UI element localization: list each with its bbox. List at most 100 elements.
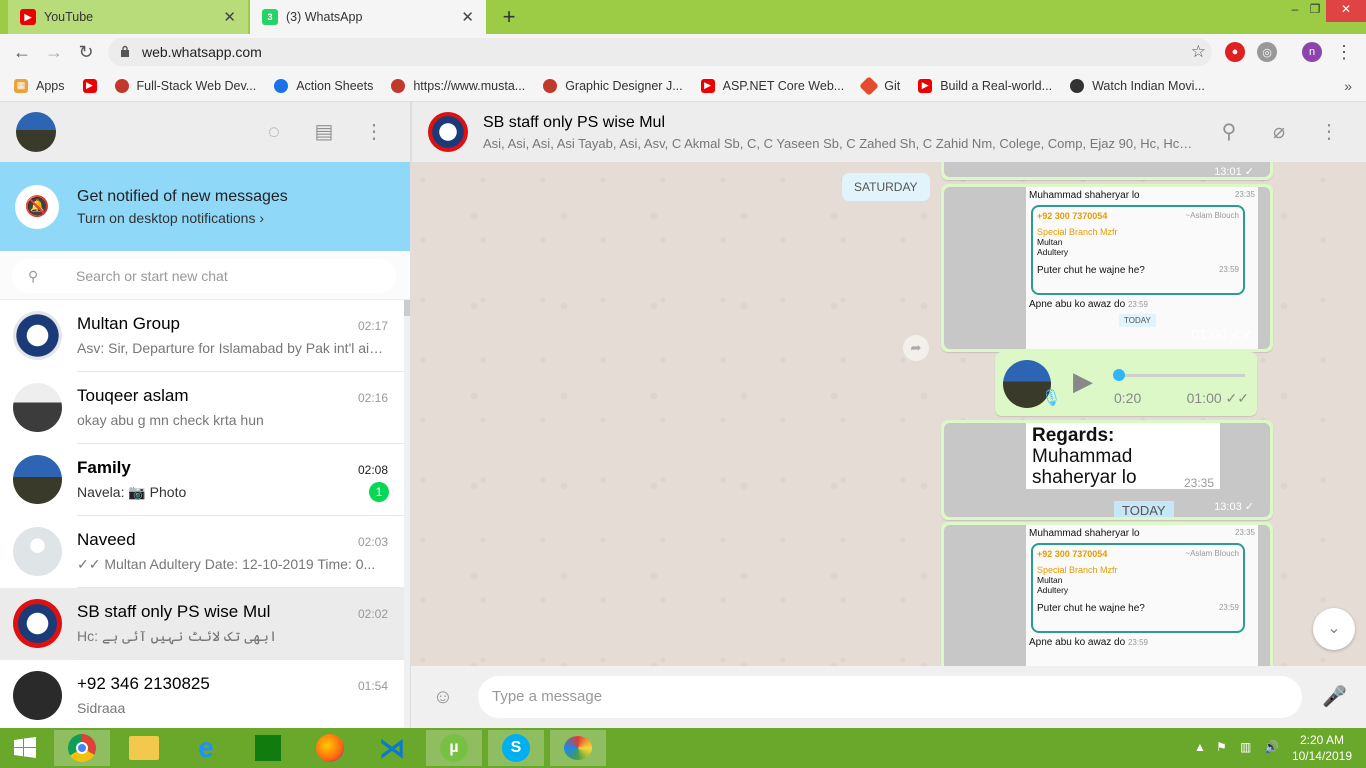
back-arrow-icon[interactable]: ← xyxy=(10,40,34,64)
microphone-icon[interactable]: 🎤 xyxy=(1322,685,1347,709)
image-message[interactable]: 13:01 ✓ xyxy=(941,162,1273,180)
chat-item-touqeer-aslam[interactable]: Touqeer aslam 02:16 okay abu g mn check … xyxy=(0,372,404,444)
image-text: 23:59 xyxy=(1127,300,1148,309)
bookmark-site-icon xyxy=(1070,78,1085,93)
browser-menu-icon[interactable]: ⋮ xyxy=(1332,40,1356,64)
bookmark-musta[interactable]: https://www.musta... xyxy=(391,78,525,93)
chat-time: 02:02 xyxy=(357,607,388,621)
forward-arrow-icon[interactable]: → xyxy=(42,40,66,64)
network-icon[interactable]: ▥ xyxy=(1240,740,1251,754)
scroll-down-button[interactable]: ⌄ xyxy=(1313,608,1355,650)
chat-preview: Hc: ابھی تک لائٹ نہیں آئی ہے xyxy=(77,628,278,644)
minimize-window-button[interactable]: – xyxy=(1286,0,1304,22)
bookmark-star-icon[interactable]: ☆ xyxy=(1191,38,1206,66)
image-message[interactable]: Muhammad shaheryar lo 23:35 +92 300 7370… xyxy=(941,184,1273,352)
image-message[interactable]: Muhammad shaheryar lo 23:35 +92 300 7370… xyxy=(941,522,1273,666)
group-avatar[interactable] xyxy=(428,112,468,152)
paint-icon[interactable] xyxy=(550,730,606,766)
bookmark-build-real-world[interactable]: ▶ Build a Real-world... xyxy=(918,78,1052,93)
bookmark-youtube[interactable]: ▶ xyxy=(82,78,97,93)
chat-preview: Asv: Sir, Departure for Islamabad by Pak… xyxy=(77,340,387,356)
restore-window-button[interactable]: ❐ xyxy=(1306,0,1324,22)
chat-item-naveed[interactable]: Naveed 02:03 ✓✓ Multan Adultery Date: 12… xyxy=(0,516,404,588)
chat-item-sb-staff[interactable]: SB staff only PS wise Mul 02:02 Hc: ابھی… xyxy=(0,588,404,660)
bookmark-aspnet[interactable]: ▶ ASP.NET Core Web... xyxy=(700,78,844,93)
volume-icon[interactable]: 🔊 xyxy=(1264,740,1279,754)
chat-item-family[interactable]: Family 02:08 Navela: 📷 Photo 1 xyxy=(0,444,404,516)
tab-youtube[interactable]: ▶ YouTube ✕ xyxy=(8,0,248,34)
chat-item-phone-number[interactable]: +92 346 2130825 01:54 Sidraaa xyxy=(0,660,404,728)
bookmark-full-stack[interactable]: Full-Stack Web Dev... xyxy=(114,78,256,93)
tab-whatsapp[interactable]: 3 (3) WhatsApp ✕ xyxy=(250,0,486,34)
close-tab-icon[interactable]: ✕ xyxy=(223,8,236,26)
address-bar[interactable]: web.whatsapp.com ☆ xyxy=(108,38,1212,66)
bookmark-action-sheets[interactable]: Action Sheets xyxy=(274,78,373,93)
message-area[interactable]: 13:01 ✓ SATURDAY ➦ Muhammad shaheryar lo… xyxy=(411,162,1366,666)
image-text: Adultery xyxy=(1037,247,1069,257)
bookmark-indian-movies[interactable]: Watch Indian Movi... xyxy=(1070,78,1205,93)
bookmark-git[interactable]: Git xyxy=(859,75,900,96)
forward-icon[interactable]: ➦ xyxy=(903,335,929,361)
image-message[interactable]: Regards: Muhammad shaheryar lo 23:35 TOD… xyxy=(941,420,1273,520)
close-tab-icon[interactable]: ✕ xyxy=(461,8,474,26)
status-icon[interactable]: ◌ xyxy=(262,120,286,144)
chrome-taskbar-icon[interactable] xyxy=(54,730,110,766)
chat-time: 02:03 xyxy=(357,535,388,549)
menu-icon[interactable]: ⋮ xyxy=(1317,120,1341,144)
image-text: Multan xyxy=(1037,237,1063,247)
system-clock[interactable]: 2:20 AM 10/14/2019 xyxy=(1292,732,1352,764)
notification-banner[interactable]: 🔕 Get notified of new messages Turn on d… xyxy=(0,162,410,251)
play-icon[interactable]: ▶ xyxy=(1073,366,1093,397)
chat-name: SB staff only PS wise Mul xyxy=(77,602,271,621)
start-button[interactable] xyxy=(0,730,50,766)
message-input[interactable]: Type a message xyxy=(478,676,1302,718)
menu-icon[interactable]: ⋮ xyxy=(362,120,386,144)
extension-icon[interactable]: ◎ xyxy=(1257,42,1277,62)
chat-list-scrollbar[interactable] xyxy=(404,300,410,728)
skype-icon[interactable]: S xyxy=(488,730,544,766)
my-avatar[interactable] xyxy=(16,112,56,152)
scrollbar-thumb[interactable] xyxy=(404,300,410,316)
avatar xyxy=(13,311,62,360)
image-text: Muhammad shaheryar lo xyxy=(1029,190,1140,201)
new-chat-icon[interactable]: ▤ xyxy=(312,120,336,144)
youtube-icon: ▶ xyxy=(82,78,97,93)
attach-icon[interactable]: ⌀ xyxy=(1267,120,1291,144)
new-tab-button[interactable]: + xyxy=(497,4,521,30)
more-bookmarks-icon[interactable]: » xyxy=(1344,78,1352,94)
search-icon[interactable]: ⚲ xyxy=(1217,120,1241,144)
action-center-icon[interactable]: ⚑ xyxy=(1216,740,1227,754)
profile-avatar[interactable]: n xyxy=(1302,42,1322,62)
clock-time: 2:20 AM xyxy=(1299,733,1344,747)
audio-progress-bar[interactable] xyxy=(1117,374,1245,377)
close-window-button[interactable]: ✕ xyxy=(1326,0,1366,22)
internet-explorer-icon[interactable]: e xyxy=(178,730,234,766)
vscode-icon[interactable]: ⋊ xyxy=(364,730,420,766)
voice-message[interactable]: 🎙 ▶ 0:20 01:00 ✓✓ xyxy=(995,352,1257,416)
search-bar: ⚲ Search or start new chat xyxy=(0,251,410,300)
chat-time: 02:16 xyxy=(357,391,388,405)
firefox-icon[interactable] xyxy=(302,730,358,766)
reload-icon[interactable]: ↻ xyxy=(74,40,98,64)
image-text: Multan xyxy=(1037,575,1063,585)
bookmark-apps[interactable]: ▦ Apps xyxy=(14,78,65,93)
emoji-icon[interactable]: ☺ xyxy=(431,685,455,709)
bookmark-graphic-designer[interactable]: Graphic Designer J... xyxy=(543,78,683,93)
bookmark-site-icon xyxy=(543,78,558,93)
conversation-header[interactable]: SB staff only PS wise Mul Asi, Asi, Asi,… xyxy=(411,102,1366,162)
bookmarks-bar: ▦ Apps ▶ Full-Stack Web Dev... Action She… xyxy=(0,70,1366,102)
avatar xyxy=(13,599,62,648)
notification-link[interactable]: Turn on desktop notifications › xyxy=(77,210,288,226)
chat-item-multan-group[interactable]: Multan Group 02:17 Asv: Sir, Departure f… xyxy=(0,300,404,372)
chat-preview: Sidraaa xyxy=(77,700,126,716)
search-input[interactable]: ⚲ Search or start new chat xyxy=(12,259,396,293)
show-hidden-icons[interactable]: ▲ xyxy=(1194,740,1206,754)
file-explorer-icon[interactable] xyxy=(116,730,172,766)
date-divider: SATURDAY xyxy=(842,173,930,201)
adblock-extension-icon[interactable]: ● xyxy=(1225,42,1245,62)
audio-scrubber[interactable] xyxy=(1113,369,1125,381)
image-text: shaheryar lo xyxy=(1032,467,1137,488)
store-icon[interactable] xyxy=(240,730,296,766)
avatar xyxy=(13,671,62,720)
utorrent-icon[interactable]: µ xyxy=(426,730,482,766)
